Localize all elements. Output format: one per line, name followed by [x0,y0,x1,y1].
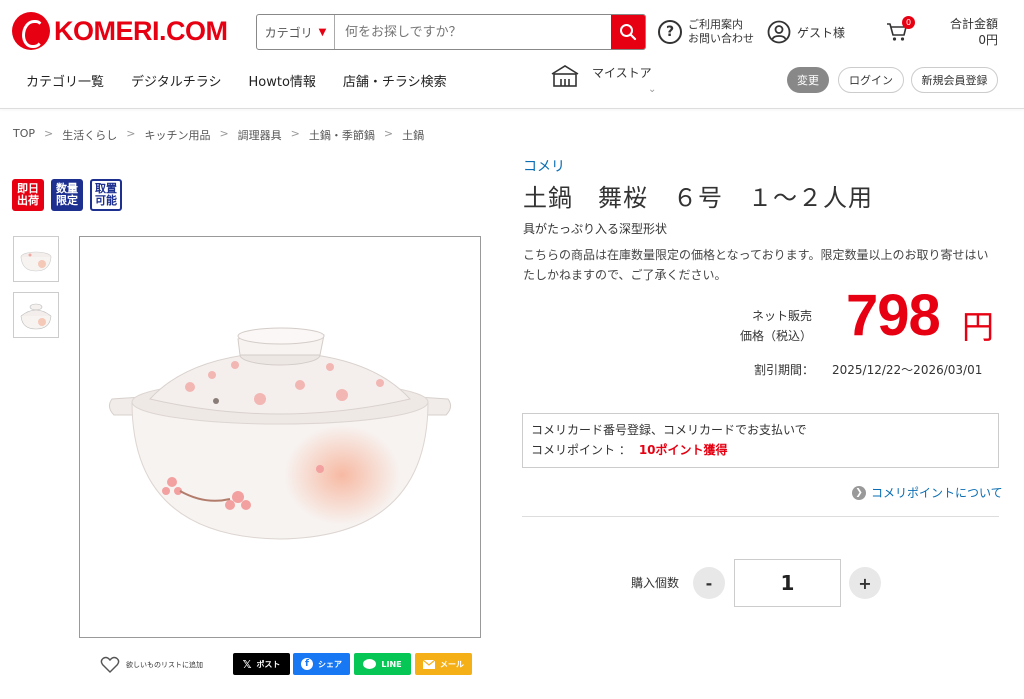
line-icon [363,659,377,669]
chevron-down-icon: ▼ [318,26,327,38]
chevron-right-icon: ❯ [852,485,866,500]
breadcrumb-item[interactable]: TOP [13,127,35,143]
product-title: 土鍋 舞桜 ６号 １～２人用 [523,184,873,212]
donabe-pot-lid-image [20,303,52,330]
add-to-wishlist[interactable]: 欲しいものリストに追加 [100,656,203,674]
total-label: 合計金額 [949,17,998,31]
product-catchphrase: 具がたっぷり入る深型形状 [523,222,668,236]
quantity-decrease-button[interactable]: - [693,567,725,599]
wishlist-label: 欲しいものリストに追加 [126,661,203,669]
card-promo-text: コメリカード番号登録、コメリカードでお支払いで [531,423,807,437]
guest-label: ゲスト様 [797,25,846,40]
help-link[interactable]: ? ご利用案内 お問い合わせ [658,18,754,46]
heart-icon [100,656,120,673]
breadcrumb-item[interactable]: 土鍋・季節鍋 [309,127,375,143]
breadcrumb-item-current: 土鍋 [402,129,425,142]
product-main-image[interactable] [79,236,481,638]
price-currency: 円 [962,308,995,346]
login-button[interactable]: ログイン [838,67,904,93]
points-info-link[interactable]: ❯ コメリポイントについて [852,484,1003,501]
change-store-button[interactable]: 変更 [787,67,829,93]
product-thumbnail[interactable] [13,292,59,338]
points-info-label: コメリポイントについて [871,486,1003,500]
share-x-button[interactable]: 𝕏 ポスト [233,653,290,675]
badge-same-day-shipping: 即日 出荷 [12,179,44,211]
search-category-select[interactable]: カテゴリ ▼ [257,15,335,49]
breadcrumb-separator-icon: > [290,127,300,140]
cart-total: 合計金額 0円 [950,16,998,48]
price-label: ネット販売 価格（税込） [740,306,812,346]
discount-period-value: 2025/12/22～2026/03/01 [832,363,983,377]
breadcrumb-separator-icon: > [44,127,54,140]
nav-item-store-search[interactable]: 店舗・チラシ検索 [343,71,447,90]
badge-limited-quantity: 数量 限定 [51,179,83,211]
account-link[interactable]: ゲスト様 [767,20,845,44]
product-price: 798 [846,283,941,348]
my-store-label: マイストア [592,66,652,80]
points-label: コメリポイント ： [531,443,631,457]
cart-button[interactable]: 0 [886,16,915,46]
header-divider [0,108,1024,109]
search-category-label: カテゴリ [264,25,313,40]
share-facebook-label: シェア [318,659,342,669]
total-value: 0円 [978,33,998,47]
question-icon: ? [658,20,682,44]
cart-count-badge: 0 [902,16,915,29]
discount-period-label: 割引期間： [754,363,815,377]
help-label: ご利用案内 [688,18,743,31]
site-logo[interactable]: KOMERI.COM [12,12,228,50]
breadcrumb-separator-icon: > [219,127,229,140]
x-logo-icon: 𝕏 [242,657,252,671]
quantity-increase-button[interactable]: + [849,567,881,599]
breadcrumb-item[interactable]: 生活くらし [62,127,117,143]
price-label-line2: 価格（税込） [740,329,813,343]
product-description: こちらの商品は在庫数量限定の価格となっております。限定数量以上のお取り寄せはいた… [523,248,989,282]
product-brand[interactable]: コメリ [523,156,565,176]
mail-icon [423,659,435,669]
share-line-label: LINE [381,659,402,669]
search-icon [620,24,637,41]
breadcrumb-separator-icon: > [383,127,394,140]
share-mail-label: メール [440,659,464,669]
share-x-label: ポスト [256,659,281,669]
breadcrumb-separator-icon: > [126,127,136,140]
search-button[interactable] [611,15,645,49]
nav-item-howto[interactable]: Howto情報 [249,71,316,90]
quantity-input[interactable]: 1 [734,559,841,607]
section-divider [522,516,999,517]
nav-item-category[interactable]: カテゴリ一覧 [26,71,104,90]
search-input[interactable] [335,15,611,49]
my-store-menu[interactable]: マイストア ⌄ [550,64,656,95]
register-button[interactable]: 新規会員登録 [911,67,998,93]
share-line-button[interactable]: LINE [354,653,411,675]
komeri-card-points-box: コメリカード番号登録、コメリカードでお支払いで コメリポイント ： 10ポイント獲… [522,413,999,468]
search-bar: カテゴリ ▼ [256,14,646,50]
donabe-pot-image [20,251,52,272]
badge-store-pickup: 取置 可能 [90,179,122,211]
user-icon [767,20,791,44]
price-label-line1: ネット販売 [752,309,813,323]
contact-label: お問い合わせ [688,32,754,45]
product-badges: 即日 出荷 数量 限定 取置 可能 [12,179,122,211]
facebook-icon: f [301,658,313,670]
rooster-logo-icon [12,12,50,50]
store-icon [551,65,579,87]
breadcrumb: TOP > 生活くらし > キッチン用品 > 調理器具 > 土鍋・季節鍋 > 土… [13,127,424,143]
logo-text: KOMERI.COM [54,15,228,46]
share-facebook-button[interactable]: f シェア [293,653,350,675]
breadcrumb-item[interactable]: 調理器具 [238,127,282,143]
main-nav: カテゴリ一覧 デジタルチラシ Howto情報 店舗・チラシ検索 [26,71,447,90]
breadcrumb-item[interactable]: キッチン用品 [144,127,210,143]
discount-period: 割引期間： 2025/12/22～2026/03/01 [754,361,982,378]
points-value: 10ポイント獲得 [638,443,728,457]
donabe-pot-image [108,327,452,540]
nav-item-digital-flyer[interactable]: デジタルチラシ [131,71,221,90]
chevron-down-icon: ⌄ [648,84,657,95]
quantity-label: 購入個数 [631,576,680,590]
share-mail-button[interactable]: メール [415,653,472,675]
product-thumbnail[interactable] [13,236,59,282]
